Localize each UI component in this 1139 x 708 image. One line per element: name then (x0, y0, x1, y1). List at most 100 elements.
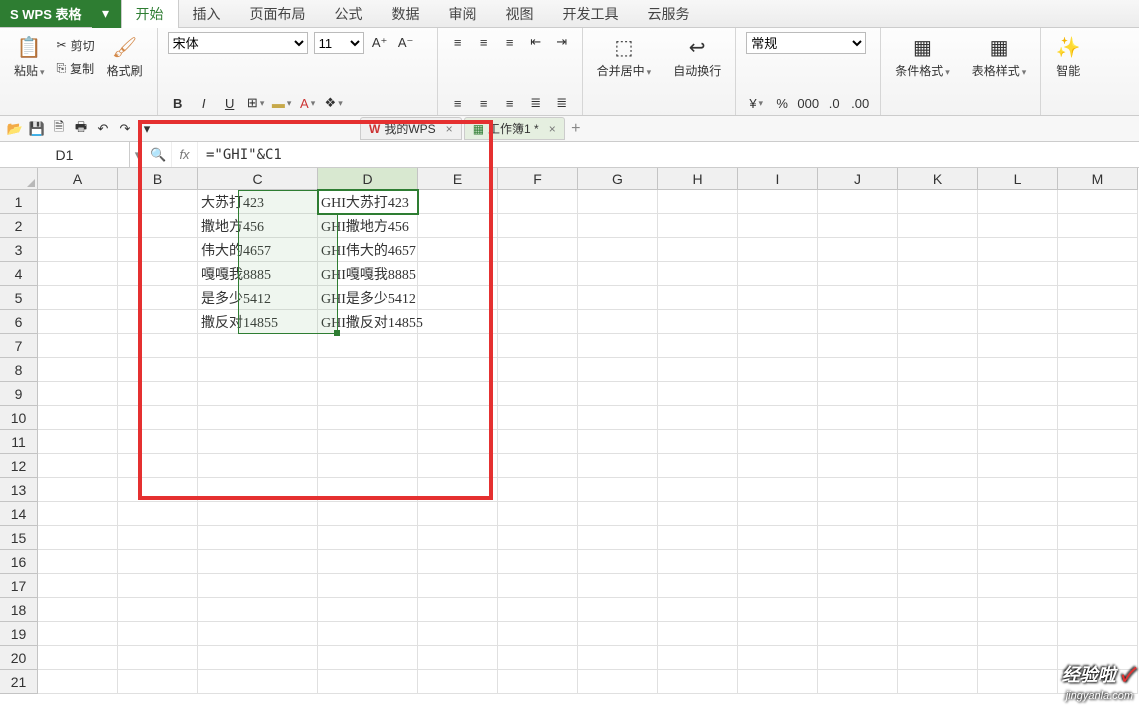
print-icon[interactable]: 🖶 (72, 120, 90, 138)
cell-I6[interactable] (738, 310, 818, 334)
row-header-12[interactable]: 12 (0, 454, 38, 478)
cell-L8[interactable] (978, 358, 1058, 382)
align-right-icon[interactable]: ≡ (500, 93, 520, 113)
cell-B19[interactable] (118, 622, 198, 646)
number-format-select[interactable]: 常规 (746, 32, 866, 54)
align-center-icon[interactable]: ≡ (474, 93, 494, 113)
cell-D18[interactable] (318, 598, 418, 622)
font-size-select[interactable]: 11 (314, 32, 364, 54)
cell-B11[interactable] (118, 430, 198, 454)
column-header-L[interactable]: L (978, 168, 1058, 190)
cell-J18[interactable] (818, 598, 898, 622)
cell-I17[interactable] (738, 574, 818, 598)
cell-J14[interactable] (818, 502, 898, 526)
cell-F20[interactable] (498, 646, 578, 670)
cell-D17[interactable] (318, 574, 418, 598)
cell-E10[interactable] (418, 406, 498, 430)
merge-center-button[interactable]: ⬚ 合并居中 (593, 32, 656, 81)
cell-I2[interactable] (738, 214, 818, 238)
conditional-format-button[interactable]: ▦ 条件格式 (891, 32, 954, 81)
underline-button[interactable]: U (220, 93, 240, 113)
cell-D20[interactable] (318, 646, 418, 670)
cell-K13[interactable] (898, 478, 978, 502)
cell-I5[interactable] (738, 286, 818, 310)
column-header-E[interactable]: E (418, 168, 498, 190)
cell-E21[interactable] (418, 670, 498, 694)
cell-E19[interactable] (418, 622, 498, 646)
row-header-13[interactable]: 13 (0, 478, 38, 502)
cell-F1[interactable] (498, 190, 578, 214)
select-all-corner[interactable] (0, 168, 38, 190)
menu-tab-review[interactable]: 审阅 (435, 0, 492, 28)
menu-tab-pagelayout[interactable]: 页面布局 (236, 0, 321, 28)
cell-A4[interactable] (38, 262, 118, 286)
cell-L4[interactable] (978, 262, 1058, 286)
paste-button[interactable]: 📋 粘贴 (10, 32, 49, 81)
indent-decrease-icon[interactable]: ⇤ (526, 32, 546, 52)
column-header-A[interactable]: A (38, 168, 118, 190)
cell-J20[interactable] (818, 646, 898, 670)
cell-J11[interactable] (818, 430, 898, 454)
cell-B21[interactable] (118, 670, 198, 694)
cell-H15[interactable] (658, 526, 738, 550)
cell-H2[interactable] (658, 214, 738, 238)
cell-E6[interactable] (418, 310, 498, 334)
cell-D6[interactable]: GHI撒反对14855 (318, 310, 418, 334)
cell-A17[interactable] (38, 574, 118, 598)
cell-A14[interactable] (38, 502, 118, 526)
cell-G3[interactable] (578, 238, 658, 262)
cell-I9[interactable] (738, 382, 818, 406)
cell-I1[interactable] (738, 190, 818, 214)
cell-K10[interactable] (898, 406, 978, 430)
cell-C7[interactable] (198, 334, 318, 358)
cell-A8[interactable] (38, 358, 118, 382)
cell-F15[interactable] (498, 526, 578, 550)
cell-C3[interactable]: 伟大的4657 (198, 238, 318, 262)
cell-B5[interactable] (118, 286, 198, 310)
cell-F18[interactable] (498, 598, 578, 622)
cell-M16[interactable] (1058, 550, 1138, 574)
cell-G12[interactable] (578, 454, 658, 478)
cell-K19[interactable] (898, 622, 978, 646)
row-header-7[interactable]: 7 (0, 334, 38, 358)
open-icon[interactable]: 📂 (6, 120, 24, 138)
fill-color-button[interactable]: ▬ (272, 93, 292, 113)
cell-H4[interactable] (658, 262, 738, 286)
cell-A12[interactable] (38, 454, 118, 478)
cell-B13[interactable] (118, 478, 198, 502)
row-header-19[interactable]: 19 (0, 622, 38, 646)
column-header-G[interactable]: G (578, 168, 658, 190)
zoom-lookup-icon[interactable]: 🔍 (146, 142, 172, 167)
cell-G19[interactable] (578, 622, 658, 646)
doctab-workbook1[interactable]: ▦ 工作簿1 * × (464, 117, 565, 140)
cell-B14[interactable] (118, 502, 198, 526)
cell-L16[interactable] (978, 550, 1058, 574)
cell-B9[interactable] (118, 382, 198, 406)
cell-B17[interactable] (118, 574, 198, 598)
cell-J10[interactable] (818, 406, 898, 430)
cell-I18[interactable] (738, 598, 818, 622)
cell-K9[interactable] (898, 382, 978, 406)
cell-I21[interactable] (738, 670, 818, 694)
cell-E15[interactable] (418, 526, 498, 550)
cell-F2[interactable] (498, 214, 578, 238)
italic-button[interactable]: I (194, 93, 214, 113)
cell-D16[interactable] (318, 550, 418, 574)
row-header-3[interactable]: 3 (0, 238, 38, 262)
cell-A6[interactable] (38, 310, 118, 334)
cell-M9[interactable] (1058, 382, 1138, 406)
wrap-text-button[interactable]: ↩ 自动换行 (669, 32, 725, 81)
column-header-M[interactable]: M (1058, 168, 1138, 190)
cell-L11[interactable] (978, 430, 1058, 454)
cell-M6[interactable] (1058, 310, 1138, 334)
undo-icon[interactable]: ↶ (94, 120, 112, 138)
cell-F11[interactable] (498, 430, 578, 454)
column-header-D[interactable]: D (318, 168, 418, 190)
cell-D5[interactable]: GHI是多少5412 (318, 286, 418, 310)
copy-button[interactable]: ⎘复制 (55, 59, 97, 78)
cell-H18[interactable] (658, 598, 738, 622)
cell-C2[interactable]: 撒地方456 (198, 214, 318, 238)
cell-M19[interactable] (1058, 622, 1138, 646)
cell-I4[interactable] (738, 262, 818, 286)
cell-J12[interactable] (818, 454, 898, 478)
